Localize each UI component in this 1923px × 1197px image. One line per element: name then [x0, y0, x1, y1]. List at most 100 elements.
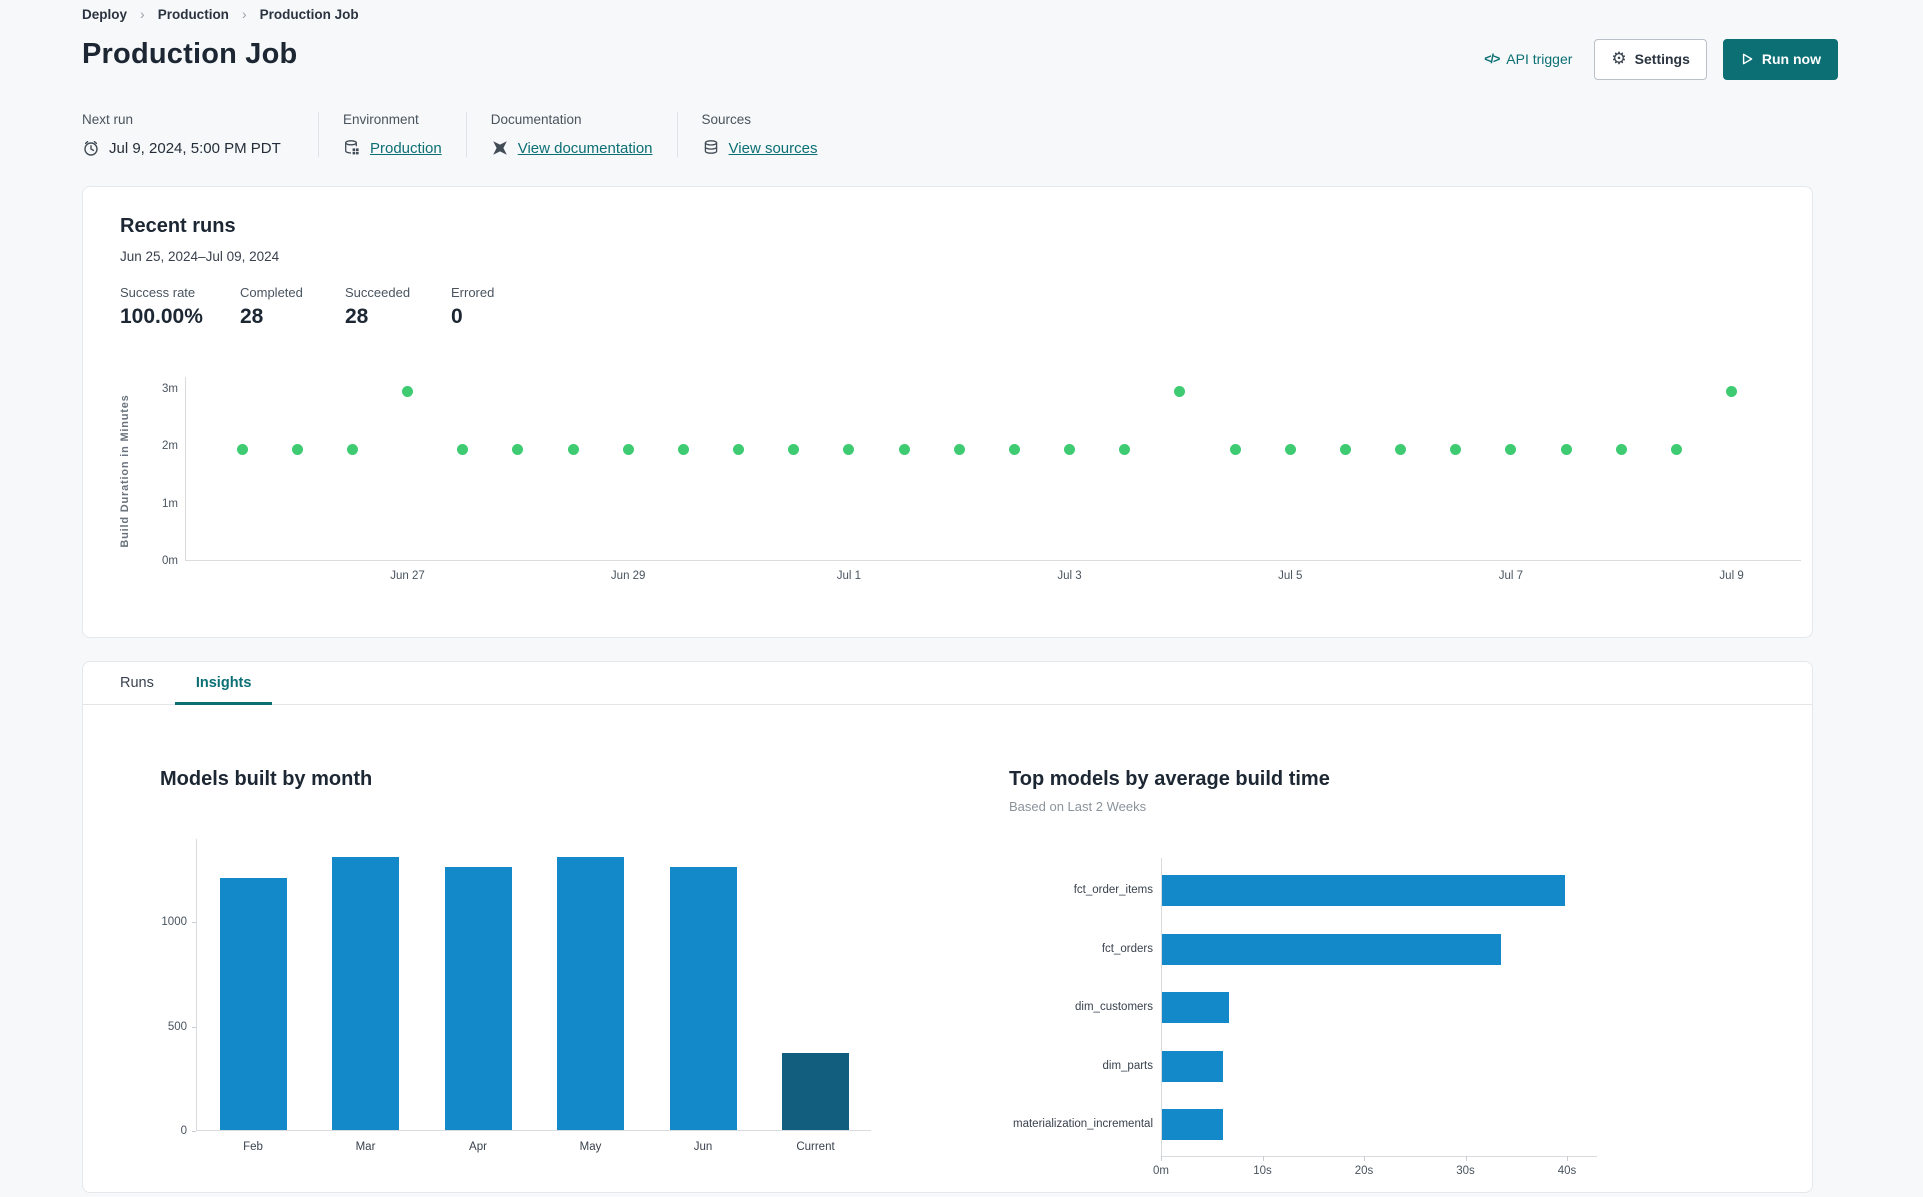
month-bar-mar[interactable]: [332, 856, 400, 1130]
environment-link[interactable]: Production: [370, 140, 442, 157]
environment-database-icon: [343, 139, 361, 157]
api-trigger-label: API trigger: [1506, 51, 1573, 67]
month-bar-jun[interactable]: [669, 867, 737, 1130]
sources-label: Sources: [701, 112, 752, 127]
run-duration-point[interactable]: [1064, 443, 1076, 455]
run-duration-point[interactable]: [788, 443, 800, 455]
bar-y-tick: 1000: [161, 916, 187, 929]
hbar-x-tick: 30s: [1456, 1165, 1475, 1177]
stat-label: Success rate: [120, 285, 196, 300]
bar-y-tickmark: [192, 1026, 196, 1028]
run-duration-point[interactable]: [1119, 443, 1131, 455]
run-duration-point[interactable]: [733, 443, 745, 455]
sources-database-icon: [702, 139, 720, 157]
run-duration-point[interactable]: [512, 443, 524, 455]
run-duration-point[interactable]: [677, 443, 689, 455]
recent-runs-card: Recent runs Jun 25, 2024–Jul 09, 2024 Su…: [82, 186, 1813, 638]
hbar-x-tickmark: [1161, 1156, 1162, 1161]
breadcrumb-item-production[interactable]: Production: [158, 7, 229, 22]
models-built-chart-title: Models built by month: [160, 768, 373, 790]
run-duration-point[interactable]: [1284, 443, 1296, 455]
run-duration-point[interactable]: [1008, 443, 1020, 455]
run-duration-point[interactable]: [402, 386, 413, 398]
hbar-x-tickmark: [1262, 1156, 1264, 1161]
next-run-value: Jul 9, 2024, 5:00 PM PDT: [109, 139, 281, 157]
meta-environment: Environment Production: [318, 112, 466, 157]
view-sources-link[interactable]: View sources: [729, 140, 818, 157]
header-actions: </> API trigger ⚙ Settings Run now: [1484, 38, 1838, 80]
hbar-x-tickmark: [1364, 1156, 1365, 1161]
next-run-label: Next run: [82, 112, 134, 127]
tab-runs[interactable]: Runs: [99, 662, 175, 704]
bar-x-tick: Feb: [243, 1141, 263, 1153]
api-trigger-link[interactable]: </> API trigger: [1484, 51, 1572, 67]
scatter-y-tick: 2m: [162, 440, 178, 453]
meta-sources: Sources View sources: [676, 112, 842, 157]
model-bar-dim_parts[interactable]: [1162, 1050, 1223, 1082]
view-documentation-link[interactable]: View documentation: [518, 140, 653, 157]
stat-success-rate: Success rate 100.00%: [120, 285, 240, 329]
hbar-x-tick: 40s: [1557, 1165, 1577, 1177]
dbt-logo-icon: [491, 139, 509, 157]
bar-x-tick: Jun: [693, 1141, 713, 1153]
stat-value: 100.00%: [120, 305, 203, 328]
run-duration-point[interactable]: [346, 443, 358, 455]
chevron-right-icon: ›: [241, 6, 247, 22]
run-duration-point[interactable]: [1450, 443, 1462, 455]
model-label: materialization_incremental: [1013, 1118, 1153, 1131]
run-duration-point[interactable]: [291, 443, 303, 455]
run-duration-point[interactable]: [236, 443, 248, 455]
hbar-x-tick: 0m: [1153, 1165, 1169, 1177]
month-bar-current[interactable]: [782, 1052, 850, 1130]
bar-y-tickmark: [192, 922, 196, 924]
gear-icon: ⚙: [1611, 48, 1627, 69]
scatter-x-tick: Jul 3: [1057, 570, 1082, 582]
run-duration-point[interactable]: [1505, 443, 1517, 455]
month-bar-may[interactable]: [557, 856, 625, 1130]
bar-x-tick: Mar: [355, 1141, 376, 1153]
run-duration-point[interactable]: [1560, 443, 1572, 455]
run-duration-point[interactable]: [1229, 443, 1241, 455]
run-duration-point[interactable]: [567, 443, 579, 455]
settings-button[interactable]: ⚙ Settings: [1594, 38, 1707, 80]
run-duration-point[interactable]: [843, 443, 855, 455]
scatter-y-tick: 1m: [162, 497, 178, 510]
hbar-x-tick: 20s: [1354, 1165, 1374, 1177]
hbar-x-tickmark: [1567, 1156, 1568, 1161]
bar-y-tickmark: [192, 1131, 196, 1132]
breadcrumb: Deploy › Production › Production Job: [82, 6, 359, 22]
run-now-button[interactable]: Run now: [1722, 38, 1838, 80]
tab-insights[interactable]: Insights: [174, 662, 273, 705]
build-duration-scatter-chart: 0m 1m 2m 3m Jun 27 Jun 29 Jul 1 Jul 3 Jul 5 Jul 7…: [162, 377, 1801, 582]
bar-y-tick: 500: [167, 1020, 187, 1033]
run-duration-point[interactable]: [457, 443, 469, 455]
recent-runs-stats: Success rate 100.00% Completed 28 Succeeded 2…: [120, 285, 541, 329]
run-duration-point[interactable]: [1615, 443, 1627, 455]
model-bar-materialization_incremental[interactable]: [1162, 1109, 1223, 1141]
month-bar-feb[interactable]: [219, 877, 287, 1130]
run-duration-point[interactable]: [1174, 386, 1186, 398]
top-models-chart-subtitle: Based on Last 2 Weeks: [1009, 799, 1147, 814]
meta-documentation: Documentation View documentation: [465, 112, 677, 157]
bar-x-tick: Current: [796, 1141, 835, 1153]
model-bar-dim_customers[interactable]: [1162, 992, 1229, 1024]
scatter-y-tick: 0m: [162, 555, 178, 567]
run-duration-point[interactable]: [898, 443, 910, 455]
model-bar-fct_orders[interactable]: [1162, 933, 1501, 965]
run-duration-point[interactable]: [622, 443, 634, 455]
run-duration-point[interactable]: [1670, 443, 1682, 455]
run-duration-point[interactable]: [1339, 443, 1351, 455]
run-duration-point[interactable]: [953, 443, 965, 455]
stat-label: Completed: [240, 285, 303, 300]
stat-succeeded: Succeeded 28: [345, 285, 451, 329]
scatter-x-tick: Jul 5: [1278, 570, 1303, 582]
run-duration-point[interactable]: [1395, 443, 1407, 455]
breadcrumb-item-deploy[interactable]: Deploy: [82, 7, 127, 22]
scatter-y-axis-title: Build Duration in Minutes: [119, 394, 131, 548]
run-duration-point[interactable]: [1726, 386, 1738, 398]
bar-x-tick: May: [579, 1141, 602, 1153]
hbar-x-axis-line: [1161, 1156, 1598, 1157]
top-models-chart-title: Top models by average build time: [1009, 768, 1330, 790]
month-bar-apr[interactable]: [444, 867, 512, 1130]
model-bar-fct_order_items[interactable]: [1162, 875, 1565, 906]
